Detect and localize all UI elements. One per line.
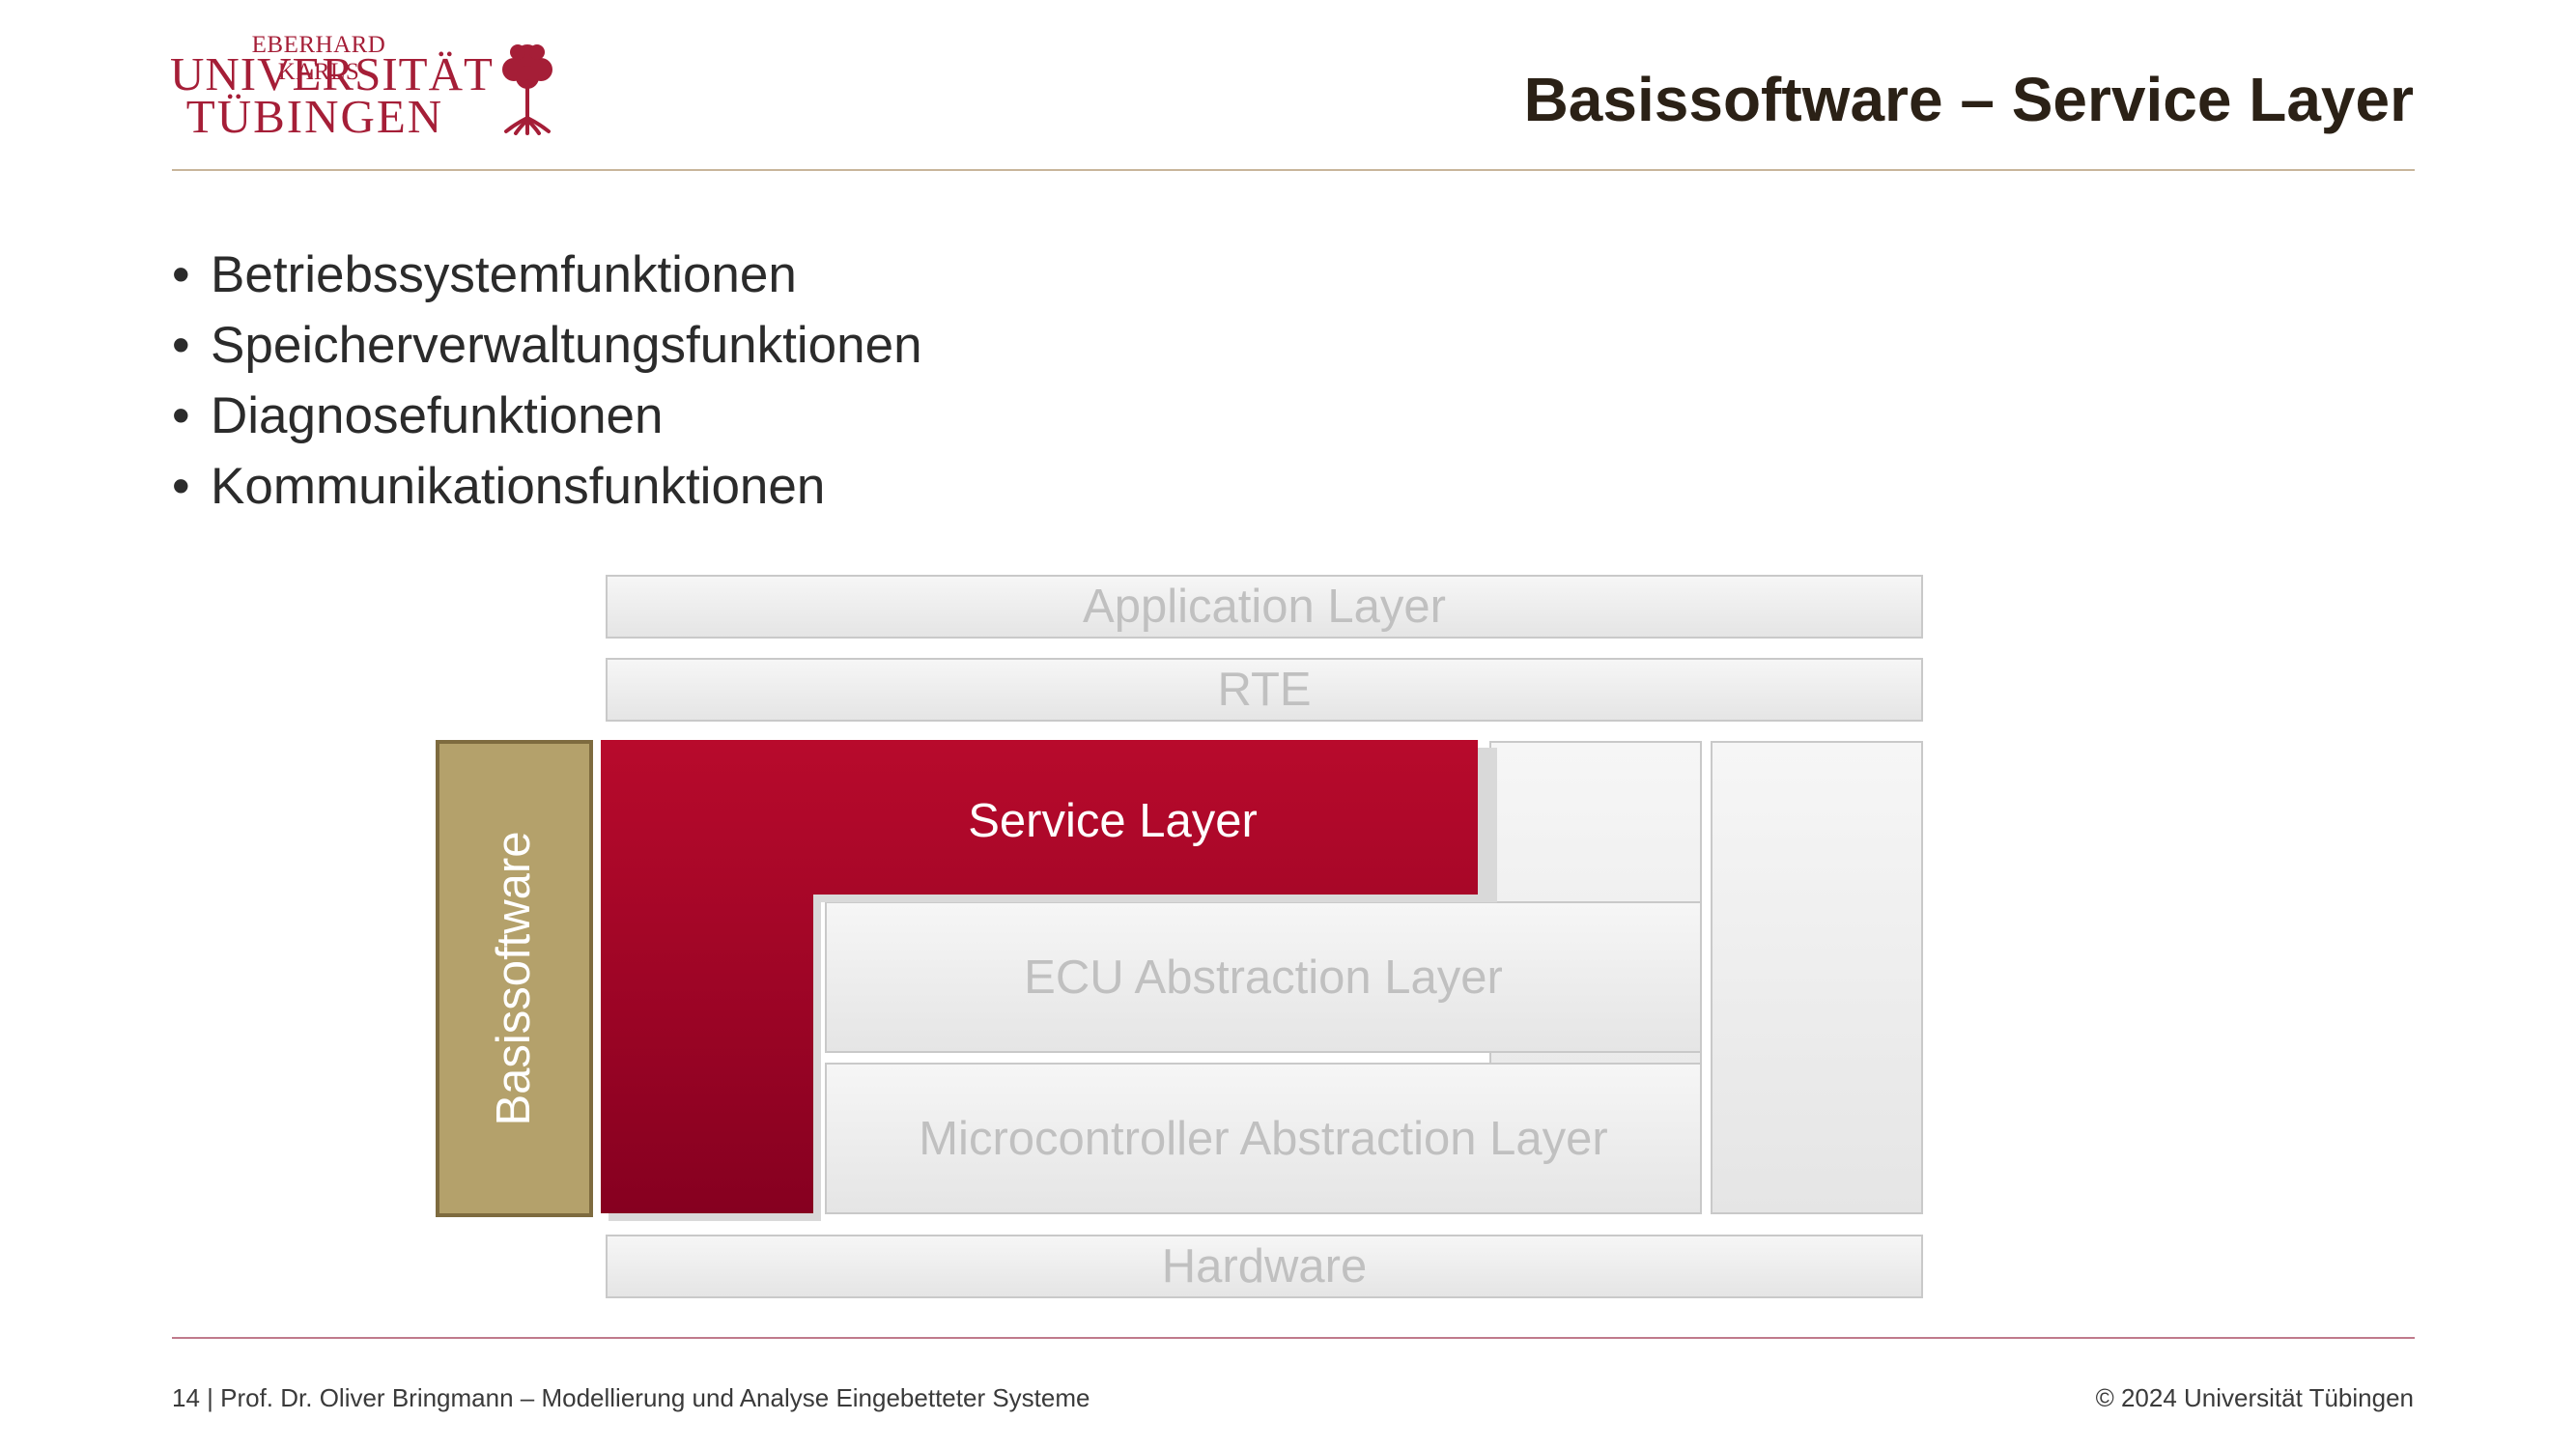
rte-box: RTE [606,658,1923,722]
tree-icon [502,44,552,135]
basissoftware-label: Basissoftware [488,831,540,1126]
footer-text: 14 | Prof. Dr. Oliver Bringmann – Modell… [172,1383,1090,1412]
copyright-text: © 2024 Universität Tübingen [2095,1383,2414,1412]
bullet-item: Diagnosefunktionen [172,381,922,451]
hardware-box: Hardware [606,1235,1923,1298]
bullet-item: Betriebssystemfunktionen [172,240,922,310]
complex-drivers-box [1711,741,1923,1214]
footer-divider [172,1337,2415,1339]
bullet-item: Speicherverwaltungsfunktionen [172,310,922,381]
bullet-list: Betriebssystemfunktionen Speicherverwalt… [172,240,922,522]
slide-title: Basissoftware – Service Layer [1523,65,2414,134]
application-layer-box: Application Layer [606,575,1923,639]
header-divider [172,169,2415,171]
logo-line-3: TÜBINGEN [185,90,444,143]
service-layer-label: Service Layer [968,795,1258,847]
bullet-item: Kommunikationsfunktionen [172,451,922,522]
